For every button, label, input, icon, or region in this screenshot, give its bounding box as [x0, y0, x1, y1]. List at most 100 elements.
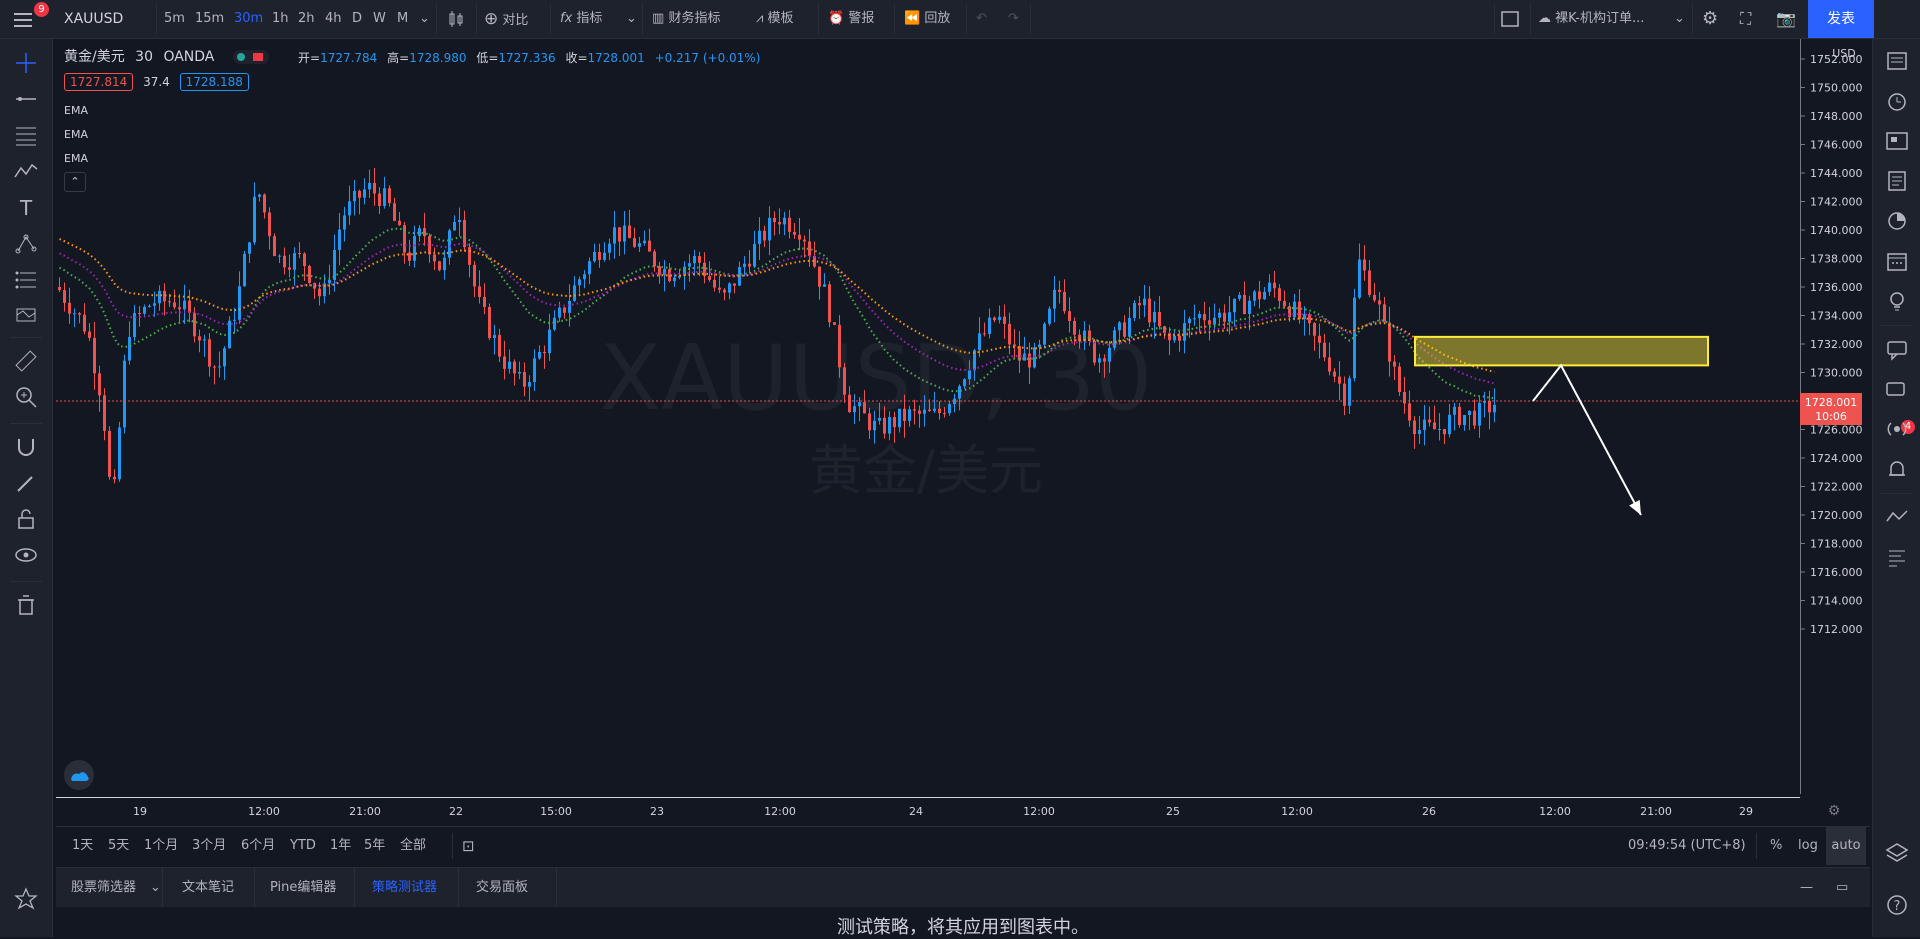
zoom-in-icon[interactable]: [12, 383, 40, 411]
pencil-lock-icon[interactable]: [12, 469, 40, 497]
range-3m[interactable]: 3个月: [192, 827, 226, 865]
messages-icon[interactable]: [1883, 375, 1911, 403]
financials-button[interactable]: ▥ 财务指标: [652, 0, 720, 38]
layers-icon[interactable]: [1883, 839, 1911, 867]
trend-line-icon[interactable]: [12, 85, 40, 113]
indicator-ema-3[interactable]: EMA: [64, 152, 88, 165]
timeframe-2h[interactable]: 2h: [298, 0, 315, 38]
price-axis[interactable]: USD 1752.0001750.0001748.0001746.0001744…: [1800, 39, 1870, 801]
timeframe-1h[interactable]: 1h: [272, 0, 289, 38]
market-status-toggle[interactable]: [232, 50, 269, 64]
range-1m[interactable]: 1个月: [144, 827, 178, 865]
range-ytd[interactable]: YTD: [290, 827, 316, 865]
range-5d[interactable]: 5天: [108, 827, 129, 865]
tab-strategy-tester[interactable]: 策略测试器: [372, 868, 437, 908]
symbol-search-button[interactable]: XAUUSD: [64, 0, 123, 38]
fib-retracement-icon[interactable]: [12, 121, 40, 149]
range-6m[interactable]: 6个月: [241, 827, 275, 865]
alarm-clock-icon[interactable]: [1883, 87, 1911, 115]
lock-icon[interactable]: [12, 505, 40, 533]
candle-style-icon[interactable]: [446, 9, 466, 29]
bid-button[interactable]: 1727.814: [64, 73, 134, 91]
trash-icon[interactable]: [12, 591, 40, 619]
bar-chart-icon: ▥: [652, 11, 665, 26]
menu-icon[interactable]: [12, 10, 34, 28]
redo-icon[interactable]: ↷: [1008, 0, 1019, 38]
help-icon[interactable]: ?: [1883, 891, 1911, 919]
publish-button[interactable]: 发表: [1808, 0, 1874, 38]
replay-button[interactable]: ⏪ 回放: [904, 0, 950, 38]
indicators-dropdown-icon[interactable]: ⌄: [626, 0, 637, 38]
tab-trading-panel[interactable]: 交易面板: [476, 868, 528, 908]
pattern-icon[interactable]: [12, 157, 40, 185]
layout-dropdown-icon[interactable]: ⌄: [1674, 0, 1685, 38]
legend-symbol-title[interactable]: 黄金/美元: [64, 49, 125, 65]
tab-screener-dropdown-icon[interactable]: ⌄: [150, 868, 161, 908]
indicators-button[interactable]: fx 指标: [560, 0, 602, 38]
ask-button[interactable]: 1728.188: [179, 73, 249, 91]
log-scale-toggle[interactable]: log: [1798, 827, 1818, 865]
clock-display[interactable]: 09:49:54 (UTC+8): [1628, 827, 1746, 865]
timeframe-m[interactable]: M: [397, 0, 408, 38]
streams-icon[interactable]: [1883, 415, 1911, 443]
layout-name-button[interactable]: ☁ 裸K-机构订单...: [1538, 0, 1644, 38]
timeframe-w[interactable]: W: [373, 0, 386, 38]
camera-icon[interactable]: 📷: [1776, 0, 1796, 38]
node-tool-icon[interactable]: [12, 229, 40, 257]
minimize-panel-icon[interactable]: —: [1800, 868, 1813, 908]
templates-button[interactable]: ⩘ 模板: [756, 0, 794, 38]
ruler-icon[interactable]: [12, 347, 40, 375]
timeframe-30m[interactable]: 30m: [234, 0, 263, 38]
calendar-icon[interactable]: [1883, 247, 1911, 275]
range-all[interactable]: 全部: [400, 827, 426, 865]
range-5y[interactable]: 5年: [364, 827, 385, 865]
range-1d[interactable]: 1天: [72, 827, 93, 865]
fullscreen-icon[interactable]: ⛶: [1740, 0, 1751, 38]
chat-icon[interactable]: [1883, 335, 1911, 363]
range-1y[interactable]: 1年: [330, 827, 351, 865]
notifications-bell-icon[interactable]: [1883, 455, 1911, 483]
eye-icon[interactable]: [12, 541, 40, 569]
magnet-icon[interactable]: [12, 433, 40, 461]
watchlist-icon[interactable]: [1883, 47, 1911, 75]
crosshair-icon[interactable]: [12, 49, 40, 77]
compare-button[interactable]: ⊕ 对比: [484, 0, 528, 38]
candle-body: [1223, 312, 1226, 322]
timeframe-4h[interactable]: 4h: [325, 0, 342, 38]
indicator-ema-2[interactable]: EMA: [64, 128, 88, 141]
layout-select-icon[interactable]: [1500, 10, 1520, 28]
axis-settings-gear-icon[interactable]: ⚙: [1828, 803, 1841, 819]
indicator-ema-1[interactable]: EMA: [64, 104, 88, 117]
legend-source: OANDA: [163, 49, 215, 65]
timeframe-dropdown-icon[interactable]: ⌄: [419, 0, 430, 38]
timeframe-15m[interactable]: 15m: [195, 0, 224, 38]
collapse-legend-chevron-up-icon[interactable]: ⌃: [64, 172, 86, 192]
settings-gear-icon[interactable]: ⚙: [1702, 0, 1718, 38]
alerts-button[interactable]: ⏰ 警报: [828, 0, 874, 38]
ideas-lightbulb-icon[interactable]: [1883, 287, 1911, 315]
star-icon[interactable]: [12, 885, 40, 913]
time-axis[interactable]: 19 12:00 21:00 22 15:00 23 12:00 24 12:00 25 12:00…: [56, 794, 1870, 824]
resistance-zone-rectangle[interactable]: [1414, 335, 1709, 367]
order-panel-icon[interactable]: [1883, 503, 1911, 531]
candle-body: [1443, 428, 1446, 435]
timeframe-d[interactable]: D: [352, 0, 362, 38]
undo-icon[interactable]: ↶: [976, 0, 987, 38]
icons-tool-icon[interactable]: [12, 301, 40, 329]
data-window-icon[interactable]: [1883, 127, 1911, 155]
tab-pine-editor[interactable]: Pine编辑器: [270, 868, 336, 908]
tab-text-notes[interactable]: 文本笔记: [182, 868, 234, 908]
measure-list-icon[interactable]: [12, 265, 40, 293]
percent-scale-toggle[interactable]: %: [1770, 827, 1782, 865]
goto-date-icon[interactable]: ⊡: [462, 827, 475, 865]
news-icon[interactable]: [1883, 167, 1911, 195]
timeframe-5m[interactable]: 5m: [164, 0, 185, 38]
maximize-panel-icon[interactable]: ▭: [1836, 868, 1848, 908]
dom-icon[interactable]: [1883, 543, 1911, 571]
tab-stock-screener[interactable]: 股票筛选器: [71, 868, 136, 908]
text-tool-icon[interactable]: T: [12, 193, 40, 221]
price-chart[interactable]: XAUUSD, 30 黄金/美元: [56, 39, 1800, 794]
tradingview-logo-icon[interactable]: [64, 760, 94, 790]
hotlist-icon[interactable]: [1883, 207, 1911, 235]
auto-scale-toggle[interactable]: auto: [1826, 827, 1866, 865]
